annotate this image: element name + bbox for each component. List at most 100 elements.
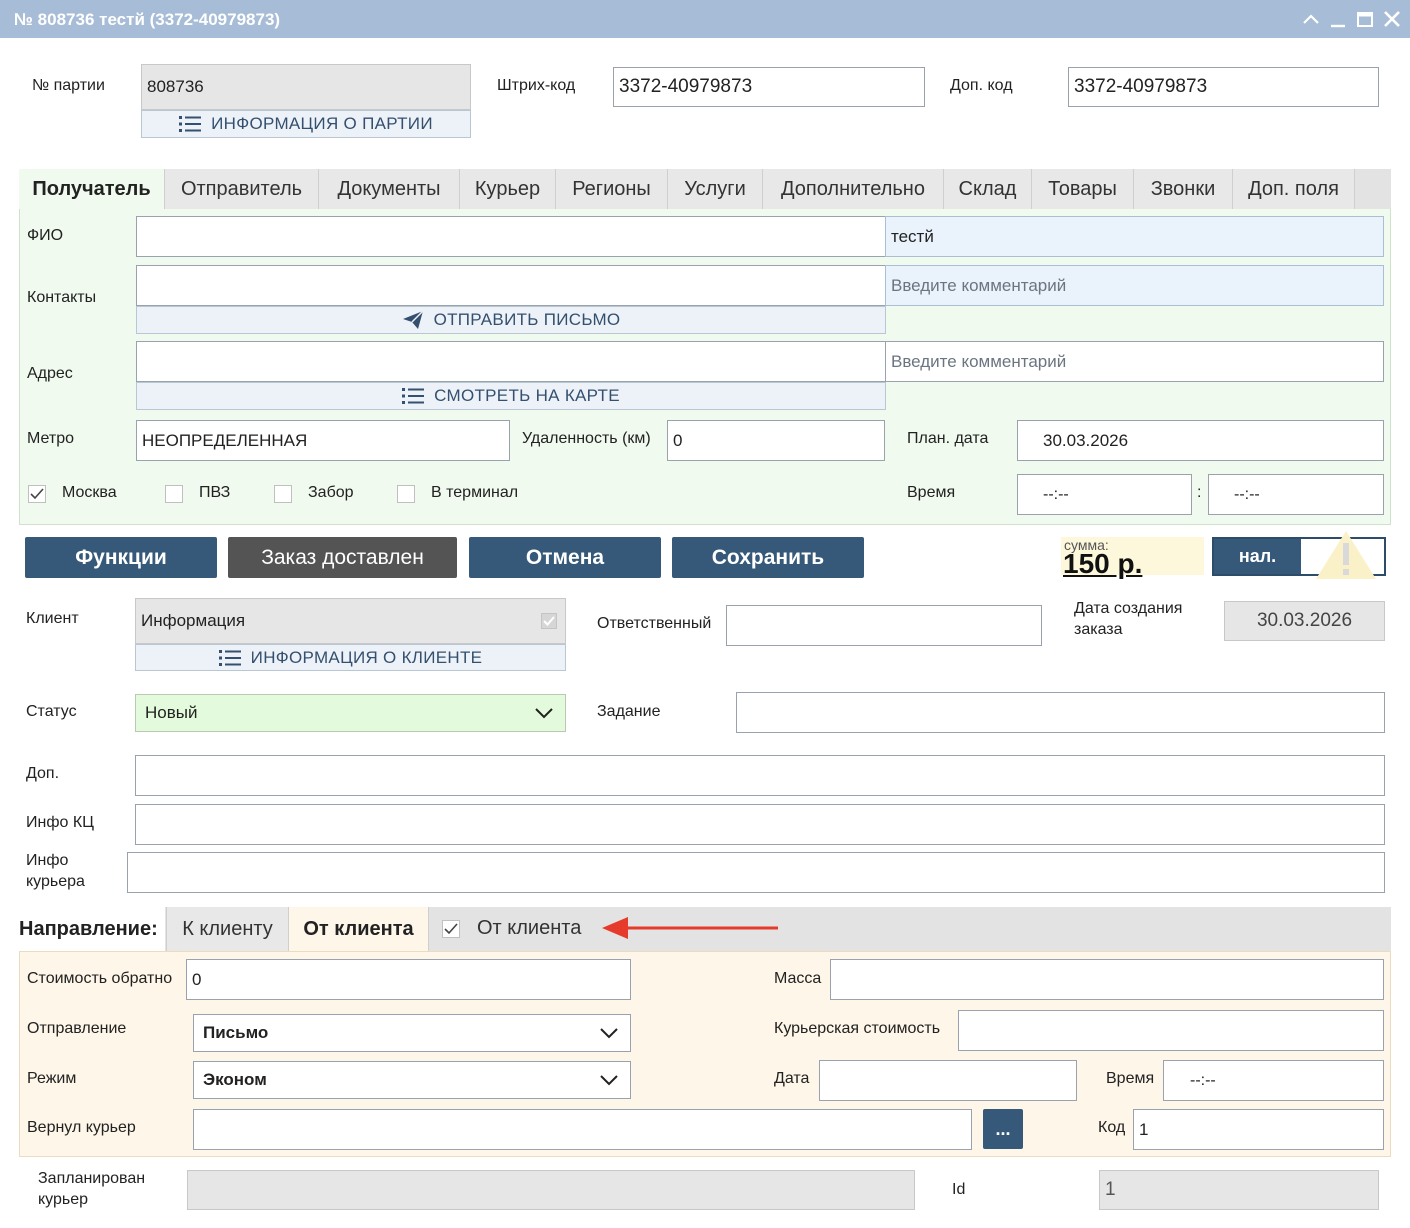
return-time-input[interactable]: --:-- [1163,1060,1384,1101]
fio-input[interactable] [136,216,886,257]
metro-input[interactable]: НЕОПРЕДЕЛЕННАЯ [136,420,510,461]
address-comment-input[interactable]: Введите комментарий [885,341,1384,382]
choose-courier-label: ... [995,1118,1011,1139]
tab-goods[interactable]: Товары [1032,169,1134,209]
chevron-down-icon [535,708,553,719]
time-to-input[interactable]: --:-- [1208,474,1384,515]
tab-calls[interactable]: Звонки [1134,169,1233,209]
payment-toggle[interactable]: нал. [1212,531,1386,579]
courier-info-label-line1: Инфо [26,852,69,869]
contacts-label: Контакты [27,289,97,306]
plan-date-input[interactable]: 30.03.2026 [1017,420,1384,461]
list-icon [402,388,425,404]
barcode-label: Штрих-код [497,77,576,94]
view-map-button[interactable]: СМОТРЕТЬ НА КАРТЕ [136,382,886,410]
client-info-button[interactable]: ИНФОРМАЦИЯ О КЛИЕНТЕ [135,644,566,671]
courier-cost-input[interactable] [958,1010,1384,1051]
status-value: Новый [145,703,198,722]
responsible-input[interactable] [726,605,1042,646]
pvz-checkbox[interactable] [165,485,183,503]
shipment-select[interactable]: Письмо [193,1014,631,1052]
tab-sender[interactable]: Отправитель [165,169,319,209]
returned-courier-input[interactable] [193,1109,972,1150]
warning-icon [1316,531,1376,579]
extra-code-field[interactable]: 3372-40979873 [1068,67,1379,107]
metro-value: НЕОПРЕДЕЛЕННАЯ [142,430,308,450]
tab-label: Регионы [572,177,651,200]
created-date-field: 30.03.2026 [1224,601,1385,641]
tab-additional[interactable]: Дополнительно [763,169,944,209]
contacts-comment-placeholder: Введите комментарий [891,275,1067,295]
id-value: 1 [1105,1179,1116,1200]
tab-regions[interactable]: Регионы [556,169,668,209]
kc-info-label: Инфо КЦ [26,814,94,831]
check-icon [444,923,458,935]
arrow-left-icon [602,917,778,939]
courier-cost-label: Курьерская стоимость [774,1020,941,1037]
tab-label: Получатель [32,177,151,200]
terminal-checkbox[interactable] [397,485,415,503]
order-delivered-button[interactable]: Заказ доставлен [228,537,457,578]
fio-extra-field[interactable]: тестй [885,216,1384,257]
chevron-down-icon [600,1028,618,1039]
tab-documents[interactable]: Документы [319,169,460,209]
moscow-checkbox[interactable] [28,485,46,503]
party-info-button[interactable]: ИНФОРМАЦИЯ О ПАРТИИ [141,110,471,138]
code-input[interactable]: 1 [1133,1109,1384,1150]
tab-warehouse[interactable]: Склад [944,169,1032,209]
collapse-icon[interactable] [1299,6,1323,32]
mass-input[interactable] [830,959,1384,1000]
tab-courier[interactable]: Курьер [460,169,556,209]
address-comment-placeholder: Введите комментарий [891,351,1067,371]
barcode-field[interactable]: 3372-40979873 [613,67,925,107]
minimize-icon[interactable] [1326,6,1350,32]
maximize-icon[interactable] [1353,6,1377,32]
id-label: Id [952,1181,966,1198]
courier-info-input[interactable] [127,852,1385,893]
contacts-input[interactable] [136,265,886,306]
save-button[interactable]: Сохранить [672,537,864,578]
address-label: Адрес [27,365,73,382]
fio-label: ФИО [27,227,64,244]
responsible-label: Ответственный [597,615,712,632]
time-label: Время [907,484,956,501]
tab-to-client[interactable]: К клиенту [166,907,289,951]
date-input[interactable] [819,1060,1077,1101]
contacts-comment-input[interactable]: Введите комментарий [885,265,1384,306]
pickup-label: Забор [308,484,354,501]
tab-label: Доп. поля [1248,177,1339,200]
choose-courier-button[interactable]: ... [983,1109,1023,1149]
code-label: Код [1098,1119,1126,1136]
tab-from-client[interactable]: От клиента [289,907,429,951]
distance-label: Удаленность (км) [522,430,651,447]
return-cost-input[interactable]: 0 [186,959,631,1000]
time-from-input[interactable]: --:-- [1017,474,1192,515]
mode-select[interactable]: Эконом [193,1061,631,1099]
cancel-button[interactable]: Отмена [469,537,661,578]
tab-recipient[interactable]: Получатель [19,169,165,209]
from-client-check-label: От клиента [477,917,582,939]
distance-input[interactable]: 0 [667,420,885,461]
return-cost-label: Стоимость обратно [27,970,173,987]
functions-button[interactable]: Функции [25,537,217,578]
time-separator: : [1197,484,1202,501]
check-icon [30,488,44,500]
extra-input[interactable] [135,755,1385,796]
tab-extra-fields[interactable]: Доп. поля [1233,169,1355,209]
return-cost-value: 0 [192,969,202,989]
plan-date-value: 30.03.2026 [1043,430,1129,450]
distance-value: 0 [673,430,683,450]
status-select[interactable]: Новый [135,694,566,732]
pickup-checkbox[interactable] [274,485,292,503]
tab-label: Курьер [474,177,541,200]
kc-info-input[interactable] [135,804,1385,845]
planned-courier-label-line2: курьер [38,1191,89,1208]
barcode-value: 3372-40979873 [619,76,753,97]
task-input[interactable] [736,692,1385,733]
pvz-label: ПВЗ [199,484,231,501]
from-client-checkbox[interactable] [442,920,460,938]
close-icon[interactable] [1380,6,1404,32]
tab-services[interactable]: Услуги [668,169,763,209]
send-letter-button[interactable]: ОТПРАВИТЬ ПИСЬМО [136,306,886,334]
address-input[interactable] [136,341,886,382]
